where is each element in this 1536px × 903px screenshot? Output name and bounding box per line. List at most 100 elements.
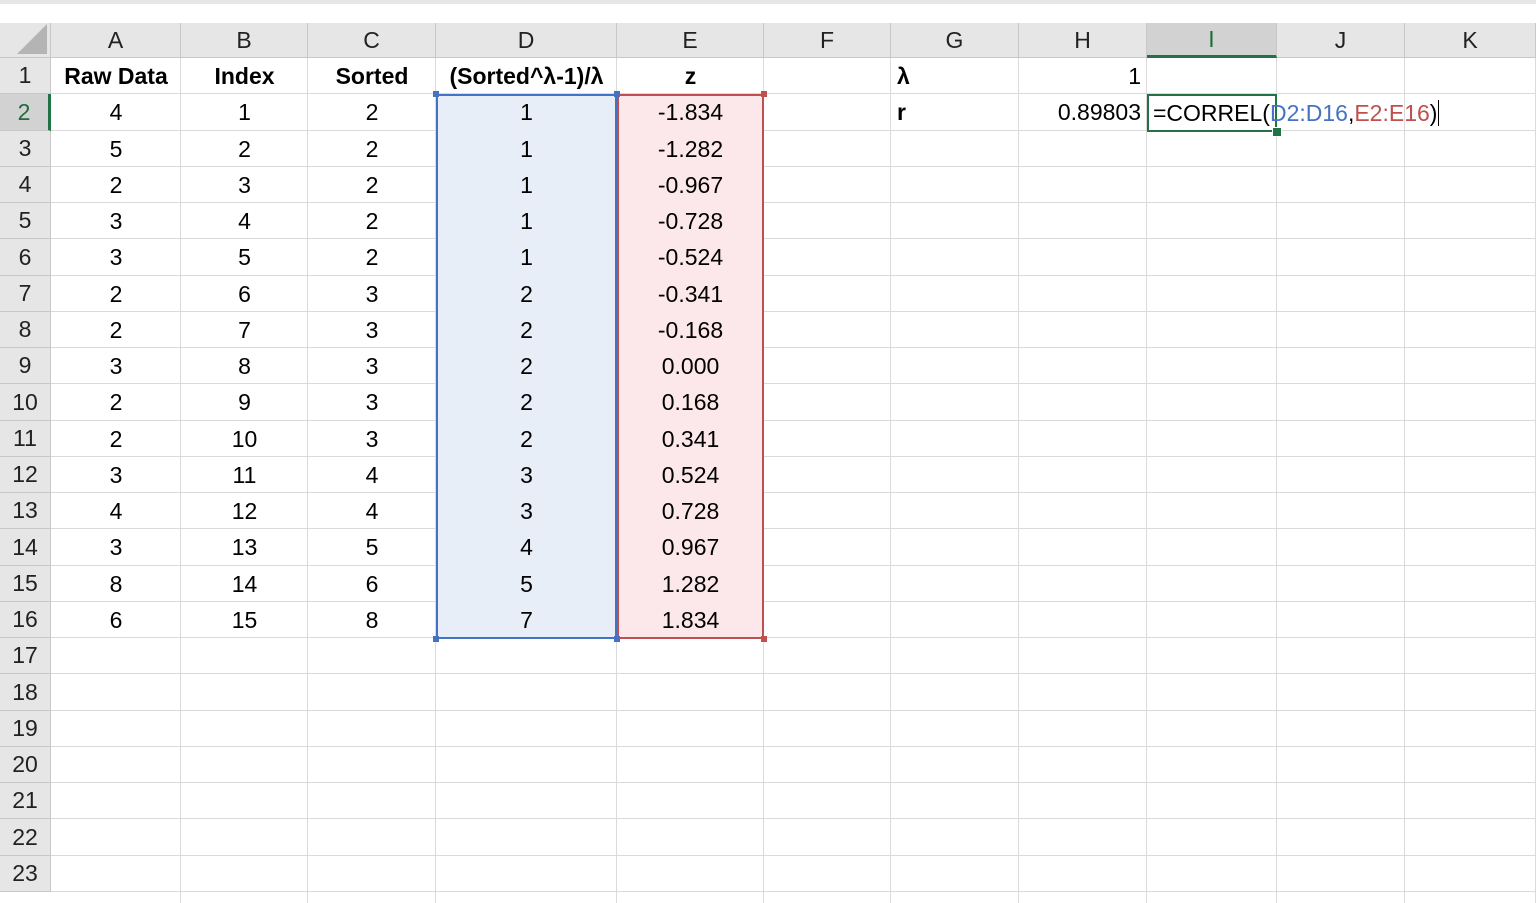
cell-z[interactable]: -0.341 xyxy=(617,276,764,312)
row-header-20[interactable]: 20 xyxy=(0,747,51,783)
cell-sorted[interactable]: 3 xyxy=(308,421,436,457)
cell-raw-data[interactable]: 3 xyxy=(51,457,181,493)
cell-raw-data[interactable]: 2 xyxy=(51,384,181,421)
column-header-g[interactable]: G xyxy=(891,23,1019,58)
column-header-a[interactable]: A xyxy=(51,23,181,58)
lambda-label[interactable]: λ xyxy=(891,58,1019,94)
row-header-2[interactable]: 2 xyxy=(0,94,51,131)
cell-index[interactable]: 3 xyxy=(181,167,308,203)
row-header-6[interactable]: 6 xyxy=(0,239,51,276)
column-header-b[interactable]: B xyxy=(181,23,308,58)
row-header-3[interactable]: 3 xyxy=(0,131,51,167)
cell-index[interactable]: 2 xyxy=(181,131,308,167)
cell-z[interactable]: -0.524 xyxy=(617,239,764,276)
header-z[interactable]: z xyxy=(617,58,764,94)
cell-raw-data[interactable]: 3 xyxy=(51,529,181,566)
cell-sorted[interactable]: 2 xyxy=(308,167,436,203)
cell-index[interactable]: 8 xyxy=(181,348,308,384)
row-header-9[interactable]: 9 xyxy=(0,348,51,384)
cell-raw-data[interactable]: 4 xyxy=(51,493,181,529)
row-header-13[interactable]: 13 xyxy=(0,493,51,529)
cell-raw-data[interactable]: 8 xyxy=(51,566,181,602)
column-header-h[interactable]: H xyxy=(1019,23,1147,58)
header-raw-data[interactable]: Raw Data xyxy=(51,58,181,94)
cell-z[interactable]: -0.728 xyxy=(617,203,764,239)
cell-z[interactable]: -0.168 xyxy=(617,312,764,348)
header-index[interactable]: Index xyxy=(181,58,308,94)
cell-transformed[interactable]: 4 xyxy=(436,529,617,566)
cell-z[interactable]: -0.967 xyxy=(617,167,764,203)
spreadsheet-grid[interactable]: ABCDEFGHIJK 1 2 3 4 5 6 7 8 9 10 11 12 13 14 15 16 17 18 1… xyxy=(0,0,1536,903)
cell-z[interactable]: 0.168 xyxy=(617,384,764,421)
row-header-1[interactable]: 1 xyxy=(0,58,51,94)
cell-index[interactable]: 9 xyxy=(181,384,308,421)
cell-transformed[interactable]: 2 xyxy=(436,312,617,348)
cell-index[interactable]: 14 xyxy=(181,566,308,602)
cell-z[interactable]: 1.834 xyxy=(617,602,764,638)
row-header-17[interactable]: 17 xyxy=(0,638,51,674)
cell-raw-data[interactable]: 4 xyxy=(51,94,181,131)
cell-z[interactable]: -1.282 xyxy=(617,131,764,167)
cell-z[interactable]: 1.282 xyxy=(617,566,764,602)
cell-transformed[interactable]: 1 xyxy=(436,131,617,167)
cell-z[interactable]: 0.524 xyxy=(617,457,764,493)
row-header-22[interactable]: 22 xyxy=(0,819,51,856)
cell-z[interactable]: 0.728 xyxy=(617,493,764,529)
column-header-d[interactable]: D xyxy=(436,23,617,58)
cell-raw-data[interactable]: 2 xyxy=(51,421,181,457)
cell-index[interactable]: 7 xyxy=(181,312,308,348)
cell-sorted[interactable]: 8 xyxy=(308,602,436,638)
row-header-14[interactable]: 14 xyxy=(0,529,51,566)
row-header-10[interactable]: 10 xyxy=(0,384,51,421)
row-header-4[interactable]: 4 xyxy=(0,167,51,203)
cell-transformed[interactable]: 1 xyxy=(436,239,617,276)
column-header-f[interactable]: F xyxy=(764,23,891,58)
cell-sorted[interactable]: 4 xyxy=(308,457,436,493)
column-header-c[interactable]: C xyxy=(308,23,436,58)
cell-transformed[interactable]: 2 xyxy=(436,348,617,384)
cell-transformed[interactable]: 2 xyxy=(436,421,617,457)
cell-index[interactable]: 12 xyxy=(181,493,308,529)
cell-transformed[interactable]: 1 xyxy=(436,94,617,131)
cell-transformed[interactable]: 2 xyxy=(436,384,617,421)
lambda-value[interactable]: 1 xyxy=(1019,58,1147,94)
row-header-12[interactable]: 12 xyxy=(0,457,51,493)
cell-transformed[interactable]: 5 xyxy=(436,566,617,602)
cell-sorted[interactable]: 2 xyxy=(308,94,436,131)
cell-transformed[interactable]: 3 xyxy=(436,493,617,529)
cell-raw-data[interactable]: 3 xyxy=(51,348,181,384)
cell-raw-data[interactable]: 5 xyxy=(51,131,181,167)
cell-index[interactable]: 6 xyxy=(181,276,308,312)
column-header-k[interactable]: K xyxy=(1405,23,1536,58)
r-label[interactable]: r xyxy=(891,94,1019,131)
cell-raw-data[interactable]: 6 xyxy=(51,602,181,638)
row-header-5[interactable]: 5 xyxy=(0,203,51,239)
cell-index[interactable]: 13 xyxy=(181,529,308,566)
cell-index[interactable]: 15 xyxy=(181,602,308,638)
column-header-e[interactable]: E xyxy=(617,23,764,58)
cell-formula-editor[interactable]: =CORREL(D2:D16, E2:E16) xyxy=(1149,95,1440,131)
cell-index[interactable]: 10 xyxy=(181,421,308,457)
cell-transformed[interactable]: 1 xyxy=(436,203,617,239)
cell-z[interactable]: 0.000 xyxy=(617,348,764,384)
row-header-18[interactable]: 18 xyxy=(0,674,51,711)
row-header-23[interactable]: 23 xyxy=(0,856,51,892)
cell-z[interactable]: 0.341 xyxy=(617,421,764,457)
cell-sorted[interactable]: 2 xyxy=(308,239,436,276)
row-header-11[interactable]: 11 xyxy=(0,421,51,457)
row-header-19[interactable]: 19 xyxy=(0,711,51,747)
row-header-15[interactable]: 15 xyxy=(0,566,51,602)
row-header-21[interactable]: 21 xyxy=(0,783,51,819)
cell-z[interactable]: 0.967 xyxy=(617,529,764,566)
cell-transformed[interactable]: 3 xyxy=(436,457,617,493)
cell-sorted[interactable]: 3 xyxy=(308,348,436,384)
cell-sorted[interactable]: 3 xyxy=(308,384,436,421)
cell-index[interactable]: 11 xyxy=(181,457,308,493)
row-header-16[interactable]: 16 xyxy=(0,602,51,638)
header-transform[interactable]: (Sorted^λ-1)/λ xyxy=(436,58,617,94)
cell-sorted[interactable]: 2 xyxy=(308,131,436,167)
cell-z[interactable]: -1.834 xyxy=(617,94,764,131)
cell-sorted[interactable]: 2 xyxy=(308,203,436,239)
column-header-i[interactable]: I xyxy=(1147,23,1277,58)
cell-raw-data[interactable]: 3 xyxy=(51,203,181,239)
